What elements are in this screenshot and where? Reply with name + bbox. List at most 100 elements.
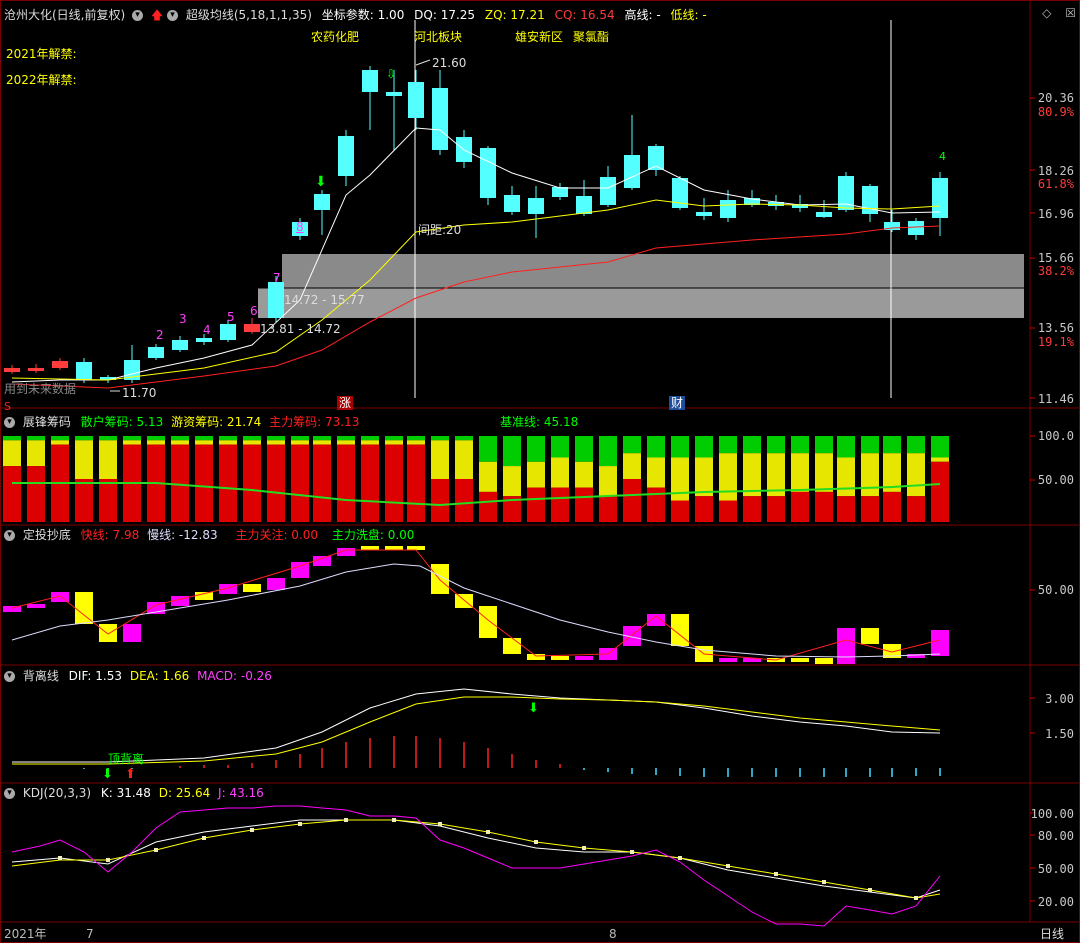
candle-body — [720, 200, 736, 218]
chip-bar-segment — [313, 440, 331, 445]
diamond-icon[interactable]: ◇ — [1042, 6, 1051, 20]
kdj-j-line — [11, 805, 941, 927]
kdj-d-marker — [678, 856, 682, 860]
chip-bar-segment — [503, 466, 521, 497]
panel5-title[interactable]: KDJ(20,3,3) — [23, 786, 91, 800]
panel3-header: ▾ 定投抄底 快线: 7.98 慢线: -12.83 主力关注: 0.00 主力… — [4, 528, 414, 542]
chart-canvas[interactable]: ⬇ ⇩ 4 ⬇ ⬆ ⬇ — [0, 0, 1080, 943]
dca-bar — [291, 562, 309, 578]
chip-bar-segment — [313, 444, 331, 522]
time-axis-month-7: 7 — [86, 927, 94, 941]
panel5-collapse-icon[interactable]: ▾ — [4, 788, 15, 799]
panel2-title[interactable]: 展锋筹码 — [23, 415, 71, 429]
candle-body — [196, 338, 212, 342]
chip-bar-segment — [479, 436, 497, 462]
signal-mark-icon: 4 — [939, 150, 946, 163]
panel3-title[interactable]: 定投抄底 — [23, 528, 71, 542]
chip-bar-segment — [171, 440, 189, 445]
kdj-d-marker — [582, 846, 586, 850]
count-6: 6 — [250, 304, 258, 318]
unlock-2022: 2022年解禁: — [6, 73, 77, 87]
panel4-dea: DEA: 1.66 — [129, 669, 190, 683]
chip-bar-segment — [575, 487, 593, 522]
indicator-collapse-icon[interactable]: ▾ — [167, 10, 179, 21]
chip-bar-segment — [695, 436, 713, 458]
chip-bar-segment — [623, 453, 641, 479]
chip-bar-segment — [123, 440, 141, 445]
low-line-value: 低线: - — [670, 8, 707, 22]
kdj-d-marker — [914, 896, 918, 900]
axis-fib-4: 19.1% — [1037, 335, 1074, 349]
concept-4[interactable]: 聚氯酯 — [573, 30, 609, 44]
indicator-title[interactable]: 超级均线(5,18,1,1,35) — [186, 8, 312, 22]
panel2-header: ▾ 展锋筹码 散户筹码: 5.13 游资筹码: 21.74 主力筹码: 73.1… — [4, 415, 359, 429]
close-icon[interactable]: ☒ — [1065, 6, 1076, 20]
chip-bar-segment — [527, 461, 545, 488]
chip-bar-segment — [479, 491, 497, 522]
panel4-collapse-icon[interactable]: ▾ — [4, 671, 15, 682]
chip-bar-segment — [123, 436, 141, 441]
candle-body — [268, 282, 284, 318]
event-zhang-badge[interactable]: 涨 — [337, 396, 354, 410]
kdj-d-marker — [822, 880, 826, 884]
chip-bar-segment — [407, 444, 425, 522]
kdj-d-marker — [868, 888, 872, 892]
candle-body — [908, 221, 924, 235]
chip-bar-segment — [907, 436, 925, 454]
chip-bar-segment — [195, 436, 213, 441]
chip-bar-segment — [385, 436, 403, 441]
period-label[interactable]: 日线 — [1040, 927, 1064, 941]
panel2-zhuli: 主力筹码: 73.13 — [269, 415, 360, 429]
future-data-note: 用到未来数据 — [4, 382, 77, 396]
panel5-axis-100: 100.00 — [1030, 807, 1074, 821]
chip-bar-segment — [455, 479, 473, 522]
dca-bar — [75, 592, 93, 624]
dq-value: DQ: 17.25 — [414, 8, 476, 22]
dca-bar — [791, 658, 809, 662]
chip-bar-segment — [267, 444, 285, 522]
corner-controls: ◇ ☒ — [1042, 6, 1076, 20]
kdj-k-line — [11, 819, 941, 899]
chip-bar-segment — [861, 436, 879, 454]
dca-bar — [527, 654, 545, 660]
chip-bar-segment — [575, 461, 593, 488]
chip-bar-segment — [385, 440, 403, 445]
kdj-d-line — [11, 819, 941, 899]
panel5-axis-80: 80.00 — [1037, 829, 1074, 843]
panel3-collapse-icon[interactable]: ▾ — [4, 530, 15, 541]
chip-bar-segment — [743, 436, 761, 454]
unlock-2021: 2021年解禁: — [6, 47, 77, 61]
concept-2[interactable]: 河北板块 — [414, 30, 462, 44]
kdj-d-marker — [58, 856, 62, 860]
chip-bar-segment — [361, 444, 379, 522]
kdj-d-marker — [298, 822, 302, 826]
event-cai-badge[interactable]: 财 — [669, 396, 686, 410]
chip-bar-segment — [599, 496, 617, 522]
panel4-axis-3: 3.00 — [1045, 692, 1074, 706]
up-arrow-icon: 🡅 — [150, 8, 164, 22]
collapse-icon[interactable]: ▾ — [132, 10, 144, 21]
chip-bar-segment — [267, 440, 285, 445]
candle-body — [480, 148, 496, 198]
dca-bar — [479, 606, 497, 638]
chip-bar-segment — [575, 436, 593, 462]
chip-bar-segment — [195, 444, 213, 522]
chip-bar-segment — [195, 440, 213, 445]
chip-bar-segment — [743, 496, 761, 522]
candle-body — [4, 368, 20, 372]
candle-body — [576, 196, 592, 214]
chip-bar-segment — [3, 440, 21, 467]
zone-lower — [258, 288, 1024, 318]
concept-3[interactable]: 雄安新区 — [515, 30, 563, 44]
panel4-title[interactable]: 背离线 — [23, 669, 59, 683]
panel4-dif: DIF: 1.53 — [68, 669, 122, 683]
chip-bar-segment — [99, 479, 117, 522]
chip-bar-segment — [51, 440, 69, 445]
chip-bar-segment — [27, 436, 45, 441]
kdj-d-marker — [202, 836, 206, 840]
stock-title[interactable]: 沧州大化(日线,前复权) — [4, 8, 125, 22]
axis-fib-2: 61.8% — [1037, 177, 1074, 191]
panel2-collapse-icon[interactable]: ▾ — [4, 417, 15, 428]
concept-1[interactable]: 农药化肥 — [311, 30, 359, 44]
chip-bar-segment — [291, 440, 309, 445]
